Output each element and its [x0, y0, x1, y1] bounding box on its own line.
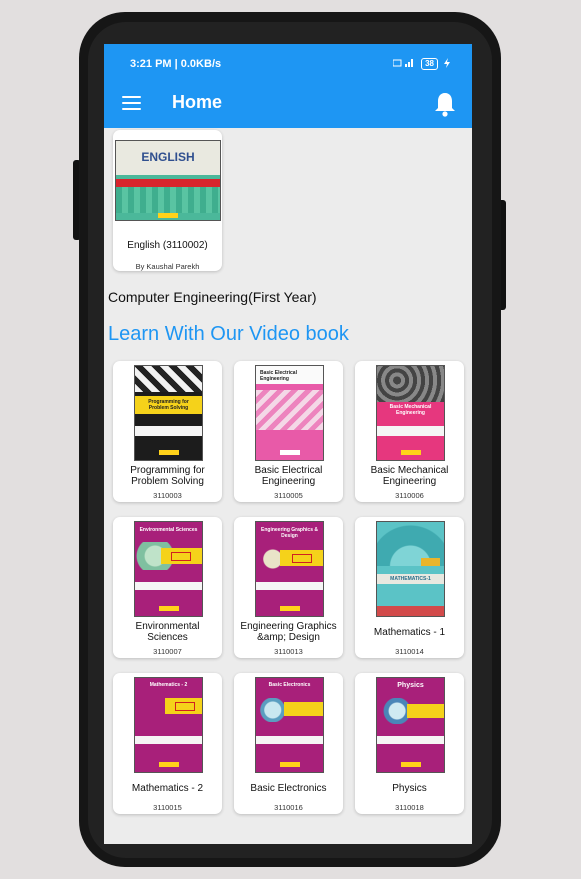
- publisher-logo: [158, 213, 178, 218]
- book-name: Mathematics - 2: [131, 783, 204, 794]
- book-cover-title: Basic Electrical Engineering: [260, 370, 297, 382]
- publisher-logo: [158, 762, 179, 767]
- book-name: Physics: [392, 783, 427, 794]
- page-title: Home: [172, 92, 223, 112]
- status-time: 3:21 PM | 0.0KB/s: [130, 58, 222, 70]
- app-toolbar: Home: [104, 82, 472, 128]
- book-name: Basic Electronics: [250, 783, 327, 794]
- featured-cover-title: ENGLISH: [141, 150, 195, 164]
- bell-icon[interactable]: [434, 91, 456, 117]
- status-icons: 38: [392, 57, 450, 71]
- book-cover: Physics: [376, 677, 445, 773]
- book-card[interactable]: Physics Physics 3110018: [355, 673, 464, 814]
- book-cover-title: MATHEMATICS-1: [390, 576, 431, 582]
- book-cover-title: Environmental Sciences: [139, 527, 198, 533]
- book-cover-title: Engineering Graphics & Design: [261, 527, 318, 539]
- book-cover: Mathematics - 2: [134, 677, 203, 773]
- book-cover: Basic Electronics: [255, 677, 324, 773]
- book-name: Programming for Problem Solving: [130, 465, 205, 487]
- book-cover-title: Basic Electronics: [268, 682, 311, 688]
- featured-book-author: By Kaushal Parekh: [135, 262, 200, 271]
- menu-icon[interactable]: [122, 96, 141, 112]
- book-code: 3110005: [274, 491, 303, 500]
- book-code: 3110014: [395, 647, 424, 656]
- book-code: 3110016: [274, 803, 303, 812]
- battery-icon: 38: [421, 58, 438, 70]
- publisher-logo: [158, 450, 179, 455]
- book-cover: MATHEMATICS-1: [376, 521, 445, 617]
- book-cover-title: Basic Mechanical Engineering: [389, 404, 432, 416]
- book-code: 3110013: [274, 647, 303, 656]
- publisher-logo: [400, 450, 421, 455]
- book-name: Environmental Sciences: [135, 621, 200, 643]
- book-cover-title: Mathematics - 2: [149, 682, 188, 688]
- signal-icon: [392, 57, 415, 71]
- book-code: 3110006: [395, 491, 424, 500]
- book-cover-title: Programming for Problem Solving: [148, 399, 189, 411]
- book-name: Mathematics - 1: [373, 627, 446, 638]
- book-cover-title: Physics: [397, 682, 424, 689]
- book-code: 3110015: [153, 803, 182, 812]
- book-code: 3110007: [153, 647, 182, 656]
- charging-icon: [444, 57, 450, 71]
- book-card[interactable]: Basic Mechanical Engineering Basic Mecha…: [355, 361, 464, 502]
- publisher-logo: [400, 762, 421, 767]
- publisher-logo: [279, 762, 300, 767]
- book-name: Basic Electrical Engineering: [254, 465, 323, 487]
- video-section-title: Learn With Our Video book: [108, 323, 349, 345]
- section-title: Computer Engineering(First Year): [108, 289, 317, 305]
- book-card[interactable]: Engineering Graphics & Design Engineerin…: [234, 517, 343, 658]
- featured-book-cover: ENGLISH: [115, 140, 221, 221]
- status-bar: 3:21 PM | 0.0KB/s 38: [104, 44, 472, 82]
- book-name: Basic Mechanical Engineering: [370, 465, 449, 487]
- book-card[interactable]: Mathematics - 2 Mathematics - 2 3110015: [113, 673, 222, 814]
- book-card[interactable]: Environmental Sciences Environmental Sci…: [113, 517, 222, 658]
- book-card[interactable]: Programming for Problem Solving Programm…: [113, 361, 222, 502]
- featured-book-name: English (3110002): [127, 240, 208, 251]
- book-name: Engineering Graphics &amp; Design: [240, 621, 337, 643]
- book-card[interactable]: MATHEMATICS-1 Mathematics - 1 3110014: [355, 517, 464, 658]
- publisher-logo: [279, 606, 300, 611]
- book-cover: Basic Mechanical Engineering: [376, 365, 445, 461]
- book-code: 3110003: [153, 491, 182, 500]
- book-card[interactable]: Basic Electrical Engineering Basic Elect…: [234, 361, 343, 502]
- app-screen: 3:21 PM | 0.0KB/s 38 Home ENGLISH Englis…: [104, 44, 472, 844]
- book-cover: Engineering Graphics & Design: [255, 521, 324, 617]
- book-code: 3110018: [395, 803, 424, 812]
- book-cover: Programming for Problem Solving: [134, 365, 203, 461]
- publisher-logo: [158, 606, 179, 611]
- battery-level: 38: [425, 59, 434, 68]
- book-cover: Environmental Sciences: [134, 521, 203, 617]
- publisher-logo: [279, 450, 300, 455]
- book-cover: Basic Electrical Engineering: [255, 365, 324, 461]
- book-card[interactable]: Basic Electronics Basic Electronics 3110…: [234, 673, 343, 814]
- featured-book-card[interactable]: ENGLISH English (3110002) By Kaushal Par…: [113, 130, 222, 271]
